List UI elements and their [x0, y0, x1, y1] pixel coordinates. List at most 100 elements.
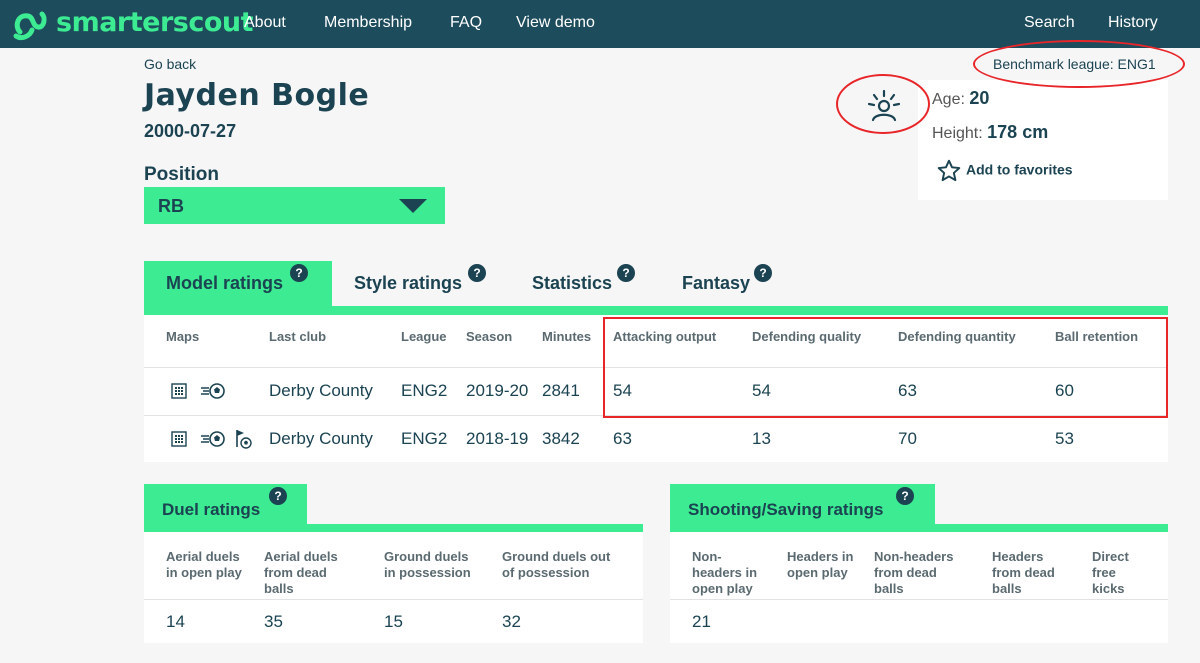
header-defending-quality: Defending quality: [752, 329, 862, 344]
tab-label: Fantasy: [682, 273, 751, 293]
nav-about[interactable]: About: [244, 14, 286, 32]
header-headers-open-play: Headers in open play: [787, 549, 854, 580]
cell-ball-retention: 53: [1055, 429, 1074, 448]
tab-model-ratings[interactable]: Model ratings ?: [144, 261, 332, 306]
help-icon[interactable]: ?: [754, 264, 772, 282]
age-value: 20: [969, 88, 990, 108]
avatar-icon[interactable]: [866, 88, 902, 124]
heatmap-grid-icon[interactable]: [171, 383, 187, 399]
cell-ground-in-possession: 15: [384, 612, 403, 631]
tab-underline: [144, 306, 1168, 315]
cell-minutes: 2841: [542, 381, 580, 400]
help-icon[interactable]: ?: [896, 487, 914, 505]
row-divider: [670, 599, 1168, 600]
nav-faq[interactable]: FAQ: [450, 14, 482, 32]
position-value: RB: [158, 196, 184, 216]
brand-name[interactable]: smarterscout: [56, 7, 254, 38]
top-navbar: smarterscout About Membership FAQ View d…: [0, 0, 1200, 48]
nav-search[interactable]: Search: [1024, 14, 1075, 32]
header-defending-quantity: Defending quantity: [898, 329, 1016, 344]
cell-league: ENG2: [401, 381, 448, 400]
cell-defending-quantity: 63: [898, 381, 917, 400]
header-aerial-dead-balls: Aerial duels from dead balls: [264, 549, 338, 596]
cell-minutes: 3842: [542, 429, 580, 448]
player-name: Jayden Bogle: [144, 78, 370, 113]
duel-ratings-tab[interactable]: Duel ratings ?: [144, 484, 307, 524]
chevron-down-icon: [399, 199, 427, 213]
favorites-label: Add to favorites: [966, 161, 1073, 178]
ball-motion-icon[interactable]: [200, 382, 226, 400]
header-minutes: Minutes: [542, 329, 592, 344]
cell-ball-retention: 60: [1055, 381, 1074, 400]
cell-ground-out-possession: 32: [502, 612, 521, 631]
help-icon[interactable]: ?: [290, 264, 308, 282]
age-label: Age:: [932, 91, 965, 108]
duel-ratings-table: Aerial duels in open play Aerial duels f…: [144, 532, 643, 643]
position-dropdown[interactable]: RB: [144, 187, 445, 224]
cell-defending-quantity: 70: [898, 429, 917, 448]
nav-membership[interactable]: Membership: [324, 14, 412, 32]
height-row: Height: 178 cm: [932, 122, 1048, 143]
cell-season: 2019-20: [466, 381, 529, 400]
cell-non-headers-open-play: 21: [692, 612, 711, 631]
tab-label: Statistics: [532, 273, 613, 293]
ball-motion-icon[interactable]: [200, 430, 226, 448]
player-dob: 2000-07-27: [144, 121, 237, 141]
shooting-ratings-tab[interactable]: Shooting/Saving ratings ?: [670, 484, 935, 524]
header-last-club: Last club: [269, 329, 327, 344]
header-aerial-open-play: Aerial duels in open play: [166, 549, 242, 580]
header-direct-free-kicks: Direct free kicks: [1092, 549, 1129, 596]
cell-club: Derby County: [269, 429, 373, 448]
cell-defending-quality: 54: [752, 381, 771, 400]
tab-fantasy[interactable]: Fantasy ?: [660, 261, 790, 306]
shooting-underline: [670, 524, 1168, 532]
duel-underline: [144, 524, 643, 532]
add-to-favorites-button[interactable]: Add to favorites: [936, 158, 1073, 184]
tab-label: Style ratings: [354, 273, 463, 293]
shooting-ratings-table: Non- headers in open play Headers in ope…: [670, 532, 1168, 643]
star-icon: [937, 159, 961, 182]
row-divider: [144, 367, 1168, 368]
cell-attacking-output: 54: [613, 381, 632, 400]
model-ratings-table: Maps Last club League Season Minutes Att…: [144, 315, 1168, 462]
header-ground-in-possession: Ground duels in possession: [384, 549, 471, 580]
header-league: League: [401, 329, 447, 344]
help-icon[interactable]: ?: [269, 487, 287, 505]
go-back-link[interactable]: Go back: [144, 56, 196, 72]
cell-league: ENG2: [401, 429, 448, 448]
set-piece-flag-icon[interactable]: [234, 429, 252, 449]
header-ground-out-possession: Ground duels out of possession: [502, 549, 611, 580]
row-divider: [144, 415, 1168, 416]
age-row: Age: 20: [932, 88, 989, 109]
cell-aerial-dead-balls: 35: [264, 612, 283, 631]
smarterscout-logo-icon[interactable]: [12, 6, 52, 42]
header-maps: Maps: [166, 329, 200, 344]
duel-ratings-title: Duel ratings: [162, 500, 261, 519]
cell-season: 2018-19: [466, 429, 529, 448]
shooting-ratings-title: Shooting/Saving ratings: [688, 500, 884, 519]
nav-view-demo[interactable]: View demo: [516, 14, 595, 32]
cell-attacking-output: 63: [613, 429, 632, 448]
header-ball-retention: Ball retention: [1055, 329, 1139, 344]
benchmark-league: Benchmark league: ENG1: [993, 56, 1156, 72]
row-divider: [144, 599, 643, 600]
heatmap-grid-icon[interactable]: [171, 431, 187, 447]
tab-label: Model ratings: [166, 273, 284, 293]
cell-club: Derby County: [269, 381, 373, 400]
header-attacking-output: Attacking output: [613, 329, 717, 344]
help-icon[interactable]: ?: [617, 264, 635, 282]
header-non-headers-dead-balls: Non-headers from dead balls: [874, 549, 954, 596]
position-label: Position: [144, 164, 219, 185]
cell-defending-quality: 13: [752, 429, 771, 448]
header-season: Season: [466, 329, 513, 344]
height-label: Height:: [932, 125, 983, 142]
header-non-headers-open-play: Non- headers in open play: [692, 549, 758, 596]
cell-aerial-open-play: 14: [166, 612, 185, 631]
height-value: 178 cm: [987, 122, 1049, 142]
header-headers-dead-balls: Headers from dead balls: [992, 549, 1055, 596]
tab-style-ratings[interactable]: Style ratings ?: [332, 261, 502, 306]
tab-statistics[interactable]: Statistics ?: [510, 261, 660, 306]
player-info-card: Age: 20 Height: 178 cm Add to favorites: [918, 80, 1168, 200]
nav-history[interactable]: History: [1108, 14, 1158, 32]
help-icon[interactable]: ?: [468, 264, 486, 282]
